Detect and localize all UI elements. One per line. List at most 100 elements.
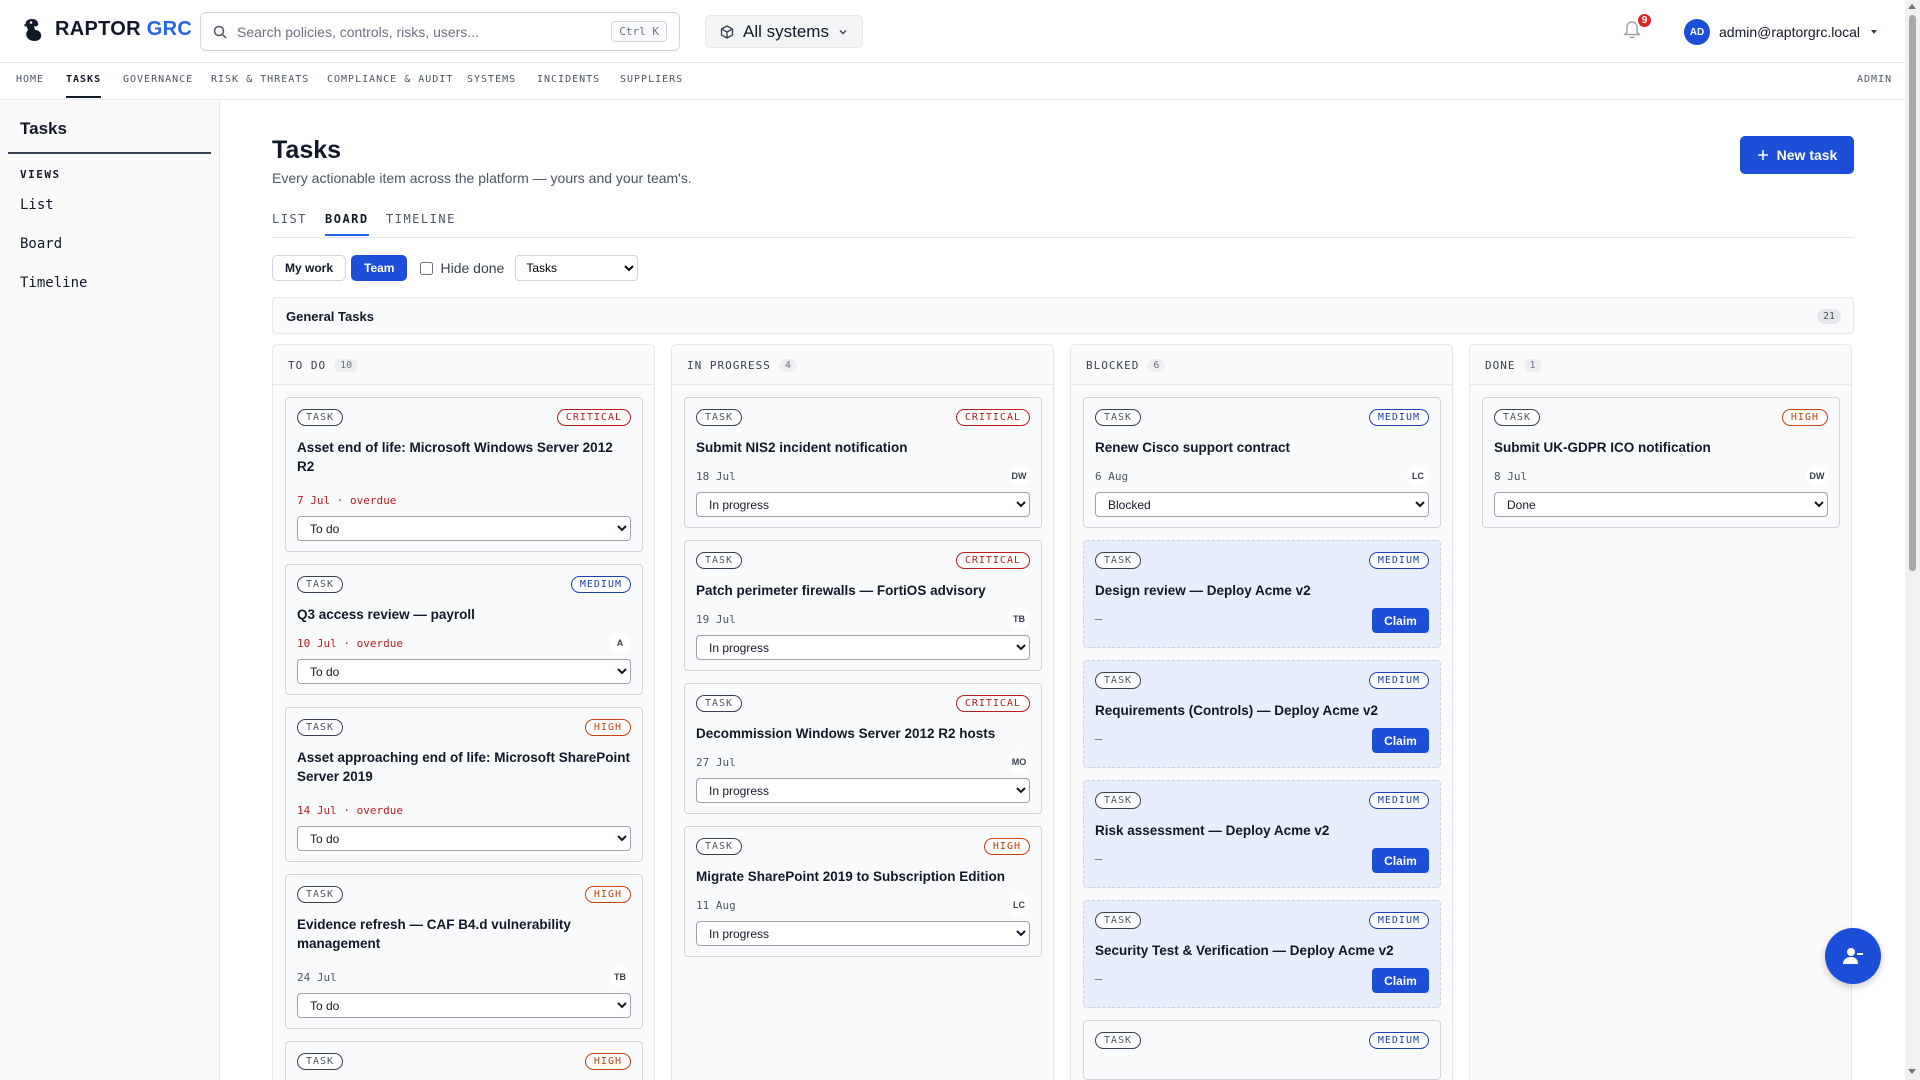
task-type-badge: TASK — [696, 838, 743, 855]
task-type-badge: TASK — [297, 886, 344, 903]
task-status-select[interactable]: In progress — [696, 921, 1030, 946]
task-title[interactable]: Submit UK-GDPR ICO notification — [1494, 438, 1828, 457]
task-card[interactable]: TASK CRITICAL Submit NIS2 incident notific… — [684, 397, 1042, 528]
task-title[interactable]: Q3 access review — payroll — [297, 605, 631, 624]
task-card[interactable]: TASK HIGH — [285, 1041, 643, 1080]
nav-governance[interactable]: GOVERNANCE — [123, 74, 193, 85]
search-shortcut: Ctrl K — [611, 21, 667, 42]
nav-compliance-audit[interactable]: COMPLIANCE & AUDIT — [327, 74, 453, 85]
tab-timeline[interactable]: TIMELINE — [386, 212, 456, 226]
nav-admin[interactable]: ADMIN — [1857, 74, 1892, 85]
notifications-button[interactable]: 9 — [1622, 12, 1653, 44]
task-type-badge: TASK — [297, 576, 344, 593]
column-done: DONE 1 TASK HIGH Submit UK-GDPR ICO notifica… — [1469, 344, 1852, 1080]
task-status-select[interactable]: To do — [297, 516, 631, 541]
column-header: BLOCKED 6 — [1086, 359, 1166, 372]
system-selector[interactable]: All systems — [705, 15, 863, 48]
nav-risk-threats[interactable]: RISK & THREATS — [211, 74, 309, 85]
severity-badge: MEDIUM — [1368, 409, 1429, 426]
task-status-select[interactable]: Blocked — [1095, 492, 1429, 517]
severity-badge: MEDIUM — [1368, 552, 1429, 569]
group-header[interactable]: General Tasks 21 — [272, 297, 1854, 334]
user-menu[interactable]: AD admin@raptorgrc.local — [1684, 19, 1879, 45]
scroll-down-arrow[interactable] — [1908, 1069, 1916, 1074]
plus-icon — [1757, 150, 1768, 160]
task-type-badge: TASK — [1095, 912, 1142, 929]
task-status-select[interactable]: In progress — [696, 492, 1030, 517]
nav-systems[interactable]: SYSTEMS — [467, 74, 516, 85]
unclaimed-task-card[interactable]: TASK MEDIUM Design review — Deploy Acme v2… — [1083, 540, 1441, 648]
scroll-up-arrow[interactable] — [1908, 4, 1916, 9]
nav-home[interactable]: HOME — [16, 74, 44, 85]
task-title[interactable]: Risk assessment — Deploy Acme v2 — [1095, 821, 1429, 840]
unclaimed-task-card[interactable]: TASK MEDIUM Requirements (Controls) — Depl… — [1083, 660, 1441, 768]
task-card[interactable]: TASK CRITICAL Asset end of life: Microsoft… — [285, 397, 643, 552]
team-button[interactable]: Team — [351, 255, 408, 281]
severity-badge: HIGH — [584, 886, 631, 903]
task-title[interactable]: Evidence refresh — CAF B4.d vulnerabilit… — [297, 915, 631, 953]
task-status-select[interactable]: In progress — [696, 635, 1030, 660]
task-card[interactable]: TASK HIGH Evidence refresh — CAF B4.d vuln… — [285, 874, 643, 1029]
sidebar-item-board[interactable]: Board — [20, 236, 62, 252]
task-card[interactable]: TASK MEDIUM — [1083, 1020, 1441, 1080]
nav-suppliers[interactable]: SUPPLIERS — [620, 74, 683, 85]
task-type-badge: TASK — [297, 409, 344, 426]
page-subtitle: Every actionable item across the platfor… — [272, 170, 692, 186]
task-title[interactable]: Decommission Windows Server 2012 R2 host… — [696, 724, 1030, 743]
task-card[interactable]: TASK HIGH Submit UK-GDPR ICO notification 8… — [1482, 397, 1840, 528]
column-header: TO DO 10 — [288, 359, 359, 372]
task-card[interactable]: TASK HIGH Asset approaching end of life: M… — [285, 707, 643, 862]
task-title[interactable]: Patch perimeter firewalls — FortiOS advi… — [696, 581, 1030, 600]
scrollbar-thumb[interactable] — [1909, 15, 1916, 571]
page-scrollbar[interactable] — [1905, 0, 1920, 1080]
task-title[interactable]: Asset approaching end of life: Microsoft… — [297, 748, 631, 786]
column-count-badge: 6 — [1147, 359, 1166, 372]
task-status-select[interactable]: To do — [297, 993, 631, 1018]
task-title[interactable]: Design review — Deploy Acme v2 — [1095, 581, 1429, 600]
task-type-badge: TASK — [1095, 1032, 1142, 1049]
task-card[interactable]: TASK HIGH Migrate SharePoint 2019 to Subsc… — [684, 826, 1042, 957]
task-type-badge: TASK — [297, 719, 344, 736]
task-title[interactable]: Submit NIS2 incident notification — [696, 438, 1030, 457]
sidebar-item-timeline[interactable]: Timeline — [20, 275, 87, 291]
severity-badge: CRITICAL — [955, 552, 1030, 569]
global-search[interactable]: Ctrl K — [200, 12, 680, 51]
item-type-select[interactable]: Tasks — [515, 255, 639, 281]
search-input[interactable] — [237, 23, 602, 40]
claim-button[interactable]: Claim — [1372, 968, 1429, 993]
task-title[interactable]: Renew Cisco support contract — [1095, 438, 1429, 457]
tab-board[interactable]: BOARD — [325, 212, 369, 236]
task-card[interactable]: TASK MEDIUM Q3 access review — payroll 10 J… — [285, 564, 643, 695]
task-status-select[interactable]: In progress — [696, 778, 1030, 803]
assignee-avatar: DW — [1806, 465, 1828, 487]
task-status-select[interactable]: To do — [297, 826, 631, 851]
task-card[interactable]: TASK CRITICAL Patch perimeter firewalls — … — [684, 540, 1042, 671]
sidebar-divider — [8, 152, 211, 154]
claim-button[interactable]: Claim — [1372, 728, 1429, 753]
column-title: IN PROGRESS — [687, 359, 771, 372]
nav-tasks[interactable]: TASKS — [66, 74, 102, 98]
task-title[interactable]: Requirements (Controls) — Deploy Acme v2 — [1095, 701, 1429, 720]
group-title: General Tasks — [286, 309, 374, 324]
task-card[interactable]: TASK CRITICAL Decommission Windows Server … — [684, 683, 1042, 814]
column-divider — [1470, 384, 1851, 385]
unclaimed-task-card[interactable]: TASK MEDIUM Security Test & Verification —… — [1083, 900, 1441, 1008]
assign-user-button[interactable] — [1825, 928, 1881, 984]
hide-done-toggle[interactable]: Hide done — [420, 260, 504, 276]
task-title[interactable]: Security Test & Verification — Deploy Ac… — [1095, 941, 1429, 960]
claim-button[interactable]: Claim — [1372, 608, 1429, 633]
nav-incidents[interactable]: INCIDENTS — [537, 74, 600, 85]
task-title[interactable]: Asset end of life: Microsoft Windows Ser… — [297, 438, 631, 476]
task-status-select[interactable]: Done — [1494, 492, 1828, 517]
brand[interactable]: RAPTOR GRC — [20, 16, 192, 43]
claim-button[interactable]: Claim — [1372, 848, 1429, 873]
tab-list[interactable]: LIST — [272, 212, 307, 226]
my-work-button[interactable]: My work — [272, 255, 347, 281]
new-task-button[interactable]: New task — [1740, 136, 1854, 174]
task-card[interactable]: TASK MEDIUM Renew Cisco support contract 6 … — [1083, 397, 1441, 528]
task-title[interactable]: Migrate SharePoint 2019 to Subscription … — [696, 867, 1030, 886]
task-status-select[interactable]: To do — [297, 659, 631, 684]
sidebar-item-list[interactable]: List — [20, 197, 54, 213]
unclaimed-task-card[interactable]: TASK MEDIUM Risk assessment — Deploy Acme … — [1083, 780, 1441, 888]
hide-done-checkbox[interactable] — [420, 261, 434, 275]
